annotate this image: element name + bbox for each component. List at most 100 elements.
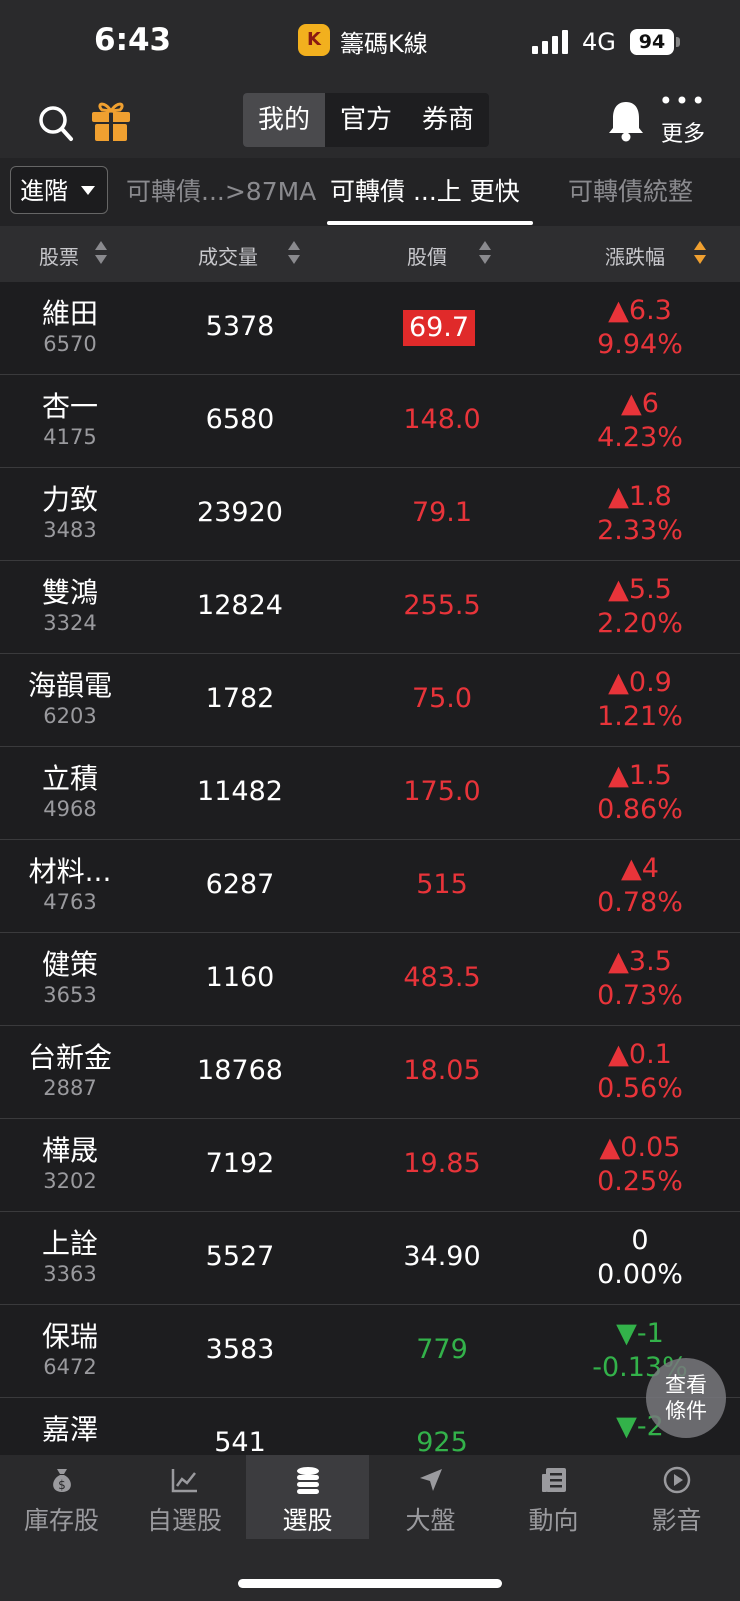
stock-volume: 6287	[205, 869, 275, 900]
table-row[interactable]: 嘉澤 541 925 ▼-2	[0, 1398, 740, 1455]
tab-inventory[interactable]: $ 庫存股	[0, 1455, 123, 1539]
stock-name: 上詮	[41, 1227, 98, 1260]
stock-volume: 3583	[205, 1334, 275, 1365]
header-stock[interactable]: 股票	[39, 241, 79, 270]
stock-change: 0 0.00%	[560, 1224, 720, 1292]
stock-price: 18.05	[403, 1055, 481, 1086]
table-row[interactable]: 杏一 4175 6580 148.0 ▲6 4.23%	[0, 375, 740, 468]
gift-icon[interactable]	[90, 98, 132, 142]
tab-screener-1[interactable]: 可轉債...>87MA	[126, 172, 316, 208]
sort-stock-icon[interactable]	[95, 241, 107, 267]
stock-code: 3653	[43, 983, 97, 1007]
stock-name: 力致	[41, 483, 98, 516]
tab-market[interactable]: 大盤	[369, 1455, 492, 1539]
tab-screener-2[interactable]: 可轉債 ...上 更快	[330, 172, 520, 208]
status-bar: 6:43 K 籌碼K線 4G 94	[0, 0, 740, 84]
table-row[interactable]: 力致 3483 23920 79.1 ▲1.8 2.33%	[0, 468, 740, 561]
stock-name: 立積	[41, 762, 98, 795]
change-amount: ▲0.05	[599, 1132, 681, 1163]
advanced-dropdown[interactable]: 進階	[10, 166, 108, 214]
bell-icon[interactable]	[606, 98, 646, 142]
change-percent: 0.56%	[597, 1073, 683, 1104]
app-name: 籌碼K線	[340, 30, 428, 58]
stock-volume: 6580	[205, 404, 275, 435]
table-row[interactable]: 海韻電 6203 1782 75.0 ▲0.9 1.21%	[0, 654, 740, 747]
stock-code: 6203	[43, 704, 97, 728]
table-row[interactable]: 上詮 3363 5527 34.90 0 0.00%	[0, 1212, 740, 1305]
table-row[interactable]: 健策 3653 1160 483.5 ▲3.5 0.73%	[0, 933, 740, 1026]
tab-label: 選股	[282, 1506, 333, 1535]
change-percent: 9.94%	[597, 329, 683, 360]
tab-watchlist[interactable]: 自選股	[123, 1455, 246, 1539]
segment-mine[interactable]: 我的	[243, 93, 325, 147]
advanced-label: 進階	[20, 177, 68, 205]
moneybag-icon: $	[52, 1469, 71, 1492]
change-amount: ▲5.5	[608, 574, 672, 605]
chevron-down-icon	[81, 186, 95, 195]
stock-code: 2887	[43, 1076, 97, 1100]
stock-change: ▲0.1 0.56%	[560, 1038, 720, 1106]
change-percent: 1.21%	[597, 701, 683, 732]
stock-name: 海韻電	[27, 669, 112, 702]
stock-change: ▲1.5 0.86%	[560, 759, 720, 827]
change-percent: 0.86%	[597, 794, 683, 825]
more-dots-icon: •••	[658, 87, 708, 115]
stock-volume: 1782	[205, 683, 275, 714]
table-row[interactable]: 材料... 4763 6287 515 ▲4 0.78%	[0, 840, 740, 933]
table-row[interactable]: 雙鴻 3324 12824 255.5 ▲5.5 2.20%	[0, 561, 740, 654]
change-percent: 2.33%	[597, 515, 683, 546]
stock-volume: 541	[214, 1427, 266, 1455]
tab-label: 大盤	[405, 1506, 456, 1535]
stock-price: 175.0	[403, 776, 481, 807]
stock-code: 3483	[43, 518, 97, 542]
table-row[interactable]: 立積 4968 11482 175.0 ▲1.5 0.86%	[0, 747, 740, 840]
stock-price: 515	[416, 869, 468, 900]
segment-broker[interactable]: 券商	[407, 93, 489, 147]
stock-code: 4175	[43, 425, 97, 449]
table-row[interactable]: 維田 6570 5378 69.7 ▲6.3 9.94%	[0, 282, 740, 375]
stock-name: 杏一	[41, 390, 98, 423]
stock-price: 483.5	[403, 962, 481, 993]
tab-trends[interactable]: 動向	[492, 1455, 615, 1539]
chart-line-icon	[171, 1469, 197, 1493]
source-segmented-control: 我的 官方 券商	[243, 93, 489, 147]
header-price[interactable]: 股價	[407, 241, 447, 270]
change-amount: ▲0.9	[608, 667, 672, 698]
stock-price: 69.7	[403, 310, 475, 346]
sort-change-icon[interactable]	[694, 241, 706, 267]
play-circle-icon	[663, 1466, 690, 1494]
sort-volume-icon[interactable]	[288, 241, 300, 267]
stock-price: 925	[416, 1427, 468, 1455]
stock-volume: 11482	[197, 776, 283, 807]
tab-screener[interactable]: 選股	[246, 1455, 369, 1539]
stock-price: 79.1	[411, 497, 473, 528]
more-button[interactable]: ••• 更多	[658, 87, 708, 150]
table-row[interactable]: 台新金 2887 18768 18.05 ▲0.1 0.56%	[0, 1026, 740, 1119]
screener-tabs: 進階 可轉債...>87MA 可轉債 ...上 更快 可轉債統整	[0, 158, 740, 226]
stock-price: 34.90	[403, 1241, 481, 1272]
tab-screener-3[interactable]: 可轉債統整	[568, 172, 693, 208]
stock-name: 雙鴻	[41, 576, 98, 609]
search-icon[interactable]	[38, 104, 74, 144]
stock-name: 健策	[41, 948, 98, 981]
stock-volume: 12824	[197, 590, 283, 621]
stock-code: 3324	[43, 611, 97, 635]
fab-line1: 查看	[665, 1373, 707, 1397]
header-volume[interactable]: 成交量	[198, 241, 258, 270]
change-amount: ▲1.5	[608, 760, 672, 791]
table-row[interactable]: 樺晟 3202 7192 19.85 ▲0.05 0.25%	[0, 1119, 740, 1212]
sort-price-icon[interactable]	[479, 241, 491, 267]
segment-official[interactable]: 官方	[325, 93, 407, 147]
tab-label: 動向	[528, 1506, 579, 1535]
change-percent: 0.25%	[597, 1166, 683, 1197]
tab-media[interactable]: 影音	[615, 1455, 738, 1539]
stock-code: 3202	[43, 1169, 97, 1193]
stock-code: 3363	[43, 1262, 97, 1286]
stock-name: 材料...	[28, 855, 112, 888]
table-row[interactable]: 保瑞 6472 3583 779 ▼-1 -0.13%	[0, 1305, 740, 1398]
status-time: 6:43	[94, 22, 172, 58]
header-change[interactable]: 漲跌幅	[605, 241, 665, 270]
signal-icon	[532, 28, 572, 54]
change-amount: 0	[631, 1225, 649, 1256]
view-conditions-button[interactable]: 查看 條件	[646, 1358, 726, 1438]
